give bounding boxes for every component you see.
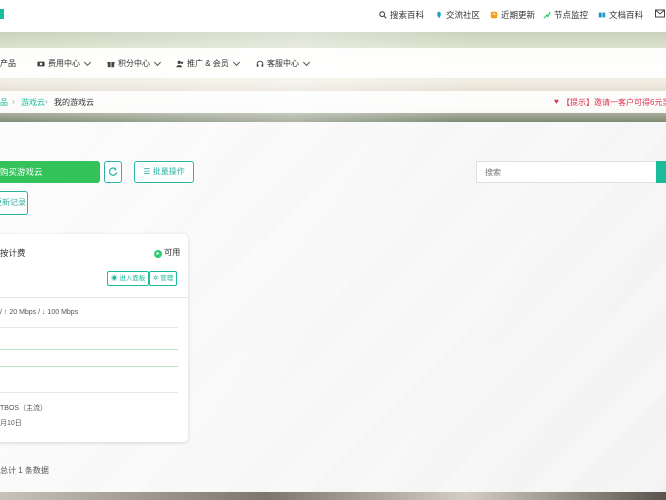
- os-info: TBOS（主流）: [0, 405, 48, 412]
- nav-item-label: 积分中心: [118, 59, 150, 68]
- topbar-link-community[interactable]: 交流社区: [435, 9, 480, 21]
- nav-item-label: 推广 & 会员: [187, 59, 229, 68]
- top-bar: 搜索百科 交流社区 近期更新 节点监控 文档百科: [0, 0, 666, 32]
- topbar-link-label: 交流社区: [446, 10, 481, 20]
- gift-icon: [107, 61, 115, 68]
- nav-item-label: 客服中心: [267, 59, 299, 68]
- usage-bar: [0, 349, 178, 350]
- monitor-icon: [543, 11, 551, 19]
- breadcrumb-item-gamecloud[interactable]: 游戏云: [21, 97, 45, 108]
- manage-button[interactable]: ✲ 管理: [149, 271, 178, 286]
- batch-button-label: 批量操作: [152, 167, 185, 176]
- nav-item-points[interactable]: 积分中心: [107, 58, 162, 69]
- search-input[interactable]: [476, 161, 658, 183]
- topbar-link-docs[interactable]: 文档百科: [598, 9, 643, 21]
- breadcrumb-separator-icon: ›: [12, 97, 15, 106]
- chevron-down-icon: [232, 58, 240, 66]
- topbar-link-monitor[interactable]: 节点监控: [543, 9, 588, 21]
- nav-item-support[interactable]: 客服中心: [256, 58, 311, 69]
- docs-icon: [598, 12, 606, 18]
- nav-item-billing[interactable]: 费用中心: [37, 58, 92, 69]
- footer-banner: [0, 492, 666, 500]
- update-icon: [490, 11, 498, 19]
- list-icon: ☰: [143, 167, 151, 176]
- total-count: 总计 1 条数据: [0, 466, 49, 475]
- buy-gamecloud-button[interactable]: 购买游戏云: [0, 161, 100, 183]
- batch-operation-button[interactable]: ☰ 批量操作: [134, 161, 194, 183]
- divider: [0, 297, 188, 298]
- users-icon: [176, 60, 184, 67]
- chevron-down-icon: [83, 58, 92, 66]
- nav-item-label: 费用中心: [48, 59, 80, 68]
- refresh-button[interactable]: [104, 161, 122, 183]
- billing-icon: [37, 61, 45, 66]
- billing-type: 按计费: [0, 248, 26, 258]
- enter-console-button[interactable]: ◉ 进入面板: [107, 271, 150, 286]
- topbar-link-label: 文档百科: [609, 10, 644, 20]
- topbar-link-search[interactable]: 搜索百科: [379, 9, 424, 21]
- headset-icon: [256, 60, 264, 67]
- buy-button-label: 购买游戏云: [0, 167, 43, 177]
- console-icon: ◉: [111, 275, 118, 282]
- check-icon: ▸: [154, 250, 162, 258]
- breadcrumb: 品 › 游戏云 › 我的游戏云 ♥ 【提示】邀请一客户可得6元奖励: [0, 91, 666, 113]
- divider: [0, 327, 178, 328]
- notice-heart-icon: ♥: [554, 97, 559, 106]
- main-nav: 产品 费用中心 积分中心 推广 & 会员 客服中心: [0, 48, 666, 78]
- status-text: 可用: [164, 248, 181, 257]
- topbar-link-updates[interactable]: 近期更新: [490, 9, 535, 21]
- mail-button[interactable]: [655, 9, 665, 18]
- enter-console-label: 进入面板: [119, 275, 146, 282]
- topbar-link-label: 近期更新: [501, 10, 536, 20]
- nav-item-products[interactable]: 产品: [0, 58, 16, 69]
- breadcrumb-separator-icon: ›: [45, 97, 48, 106]
- community-icon: [437, 11, 441, 19]
- status-badge: ▸ 可用: [154, 247, 180, 258]
- search-icon: [379, 11, 387, 19]
- usage-bar: [0, 366, 178, 367]
- topbar-link-label: 节点监控: [554, 10, 589, 20]
- chevron-down-icon: [153, 58, 162, 66]
- chevron-down-icon: [302, 58, 311, 66]
- refresh-icon: [108, 167, 117, 176]
- nav-item-label: 产品: [0, 59, 16, 68]
- divider: [0, 392, 178, 393]
- promo-notice[interactable]: 【提示】邀请一客户可得6元奖励: [562, 97, 666, 108]
- breadcrumb-item-current: 我的游戏云: [54, 98, 94, 107]
- nav-item-promo[interactable]: 推广 & 会员: [176, 58, 240, 69]
- gear-icon: ✲: [153, 275, 159, 282]
- breadcrumb-item-products[interactable]: 品: [0, 97, 8, 108]
- logo-fragment[interactable]: [0, 9, 4, 19]
- search-button[interactable]: [656, 161, 666, 183]
- records-button[interactable]: 更新记录: [0, 191, 28, 215]
- bandwidth-info: / ↑ 20 Mbps / ↓ 100 Mbps: [0, 309, 79, 316]
- manage-label: 管理: [160, 275, 174, 282]
- expire-date: 月10日: [0, 420, 22, 427]
- mail-icon: [655, 9, 665, 18]
- records-button-label: 更新记录: [0, 198, 26, 207]
- topbar-link-label: 搜索百科: [390, 10, 425, 20]
